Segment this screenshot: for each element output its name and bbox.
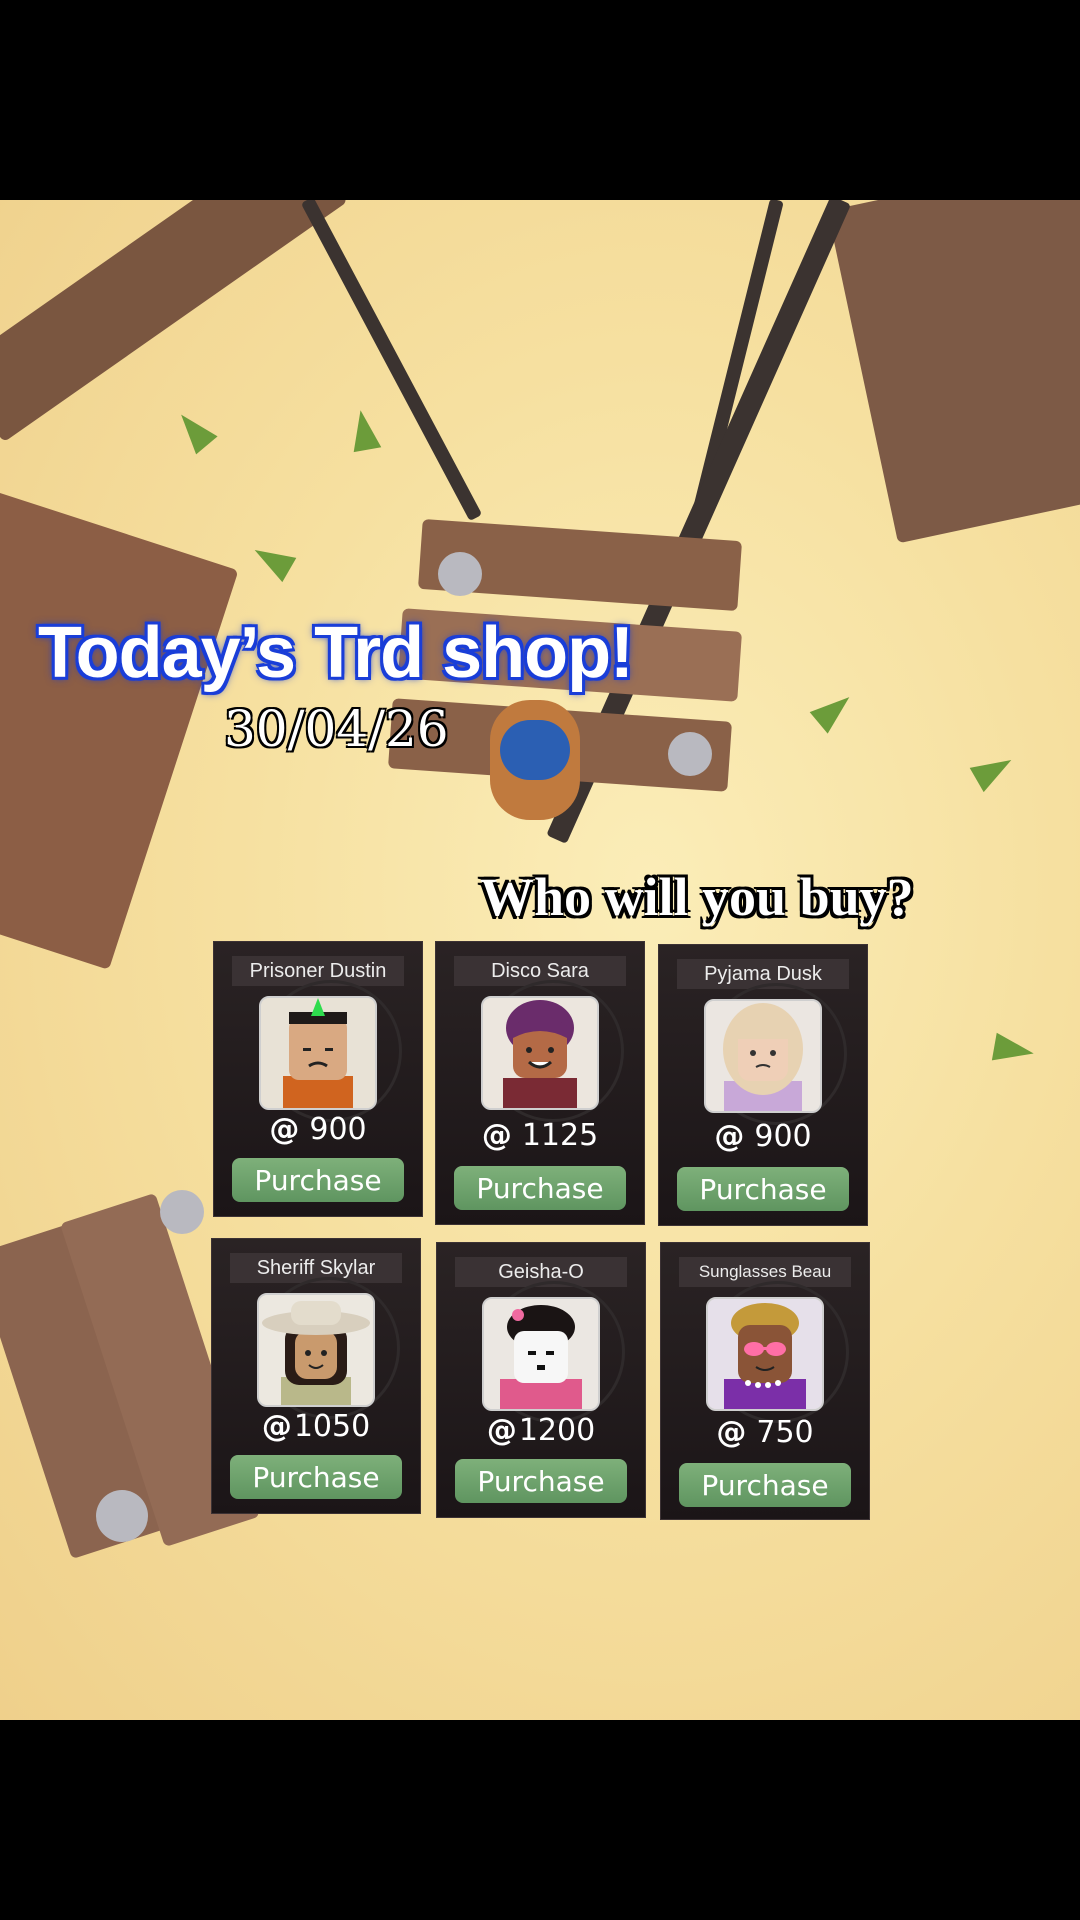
item-price: @900	[214, 1112, 422, 1147]
shop-card-prisoner-dustin: Prisoner Dustin @900 Purchase	[213, 941, 423, 1217]
leaf-particle	[809, 686, 859, 734]
currency-icon: @	[261, 1409, 292, 1444]
tree-branch-right	[827, 200, 1080, 544]
shop-question: Who will you buy?	[480, 867, 914, 927]
leaf-particle	[170, 405, 218, 455]
currency-icon: @	[481, 1118, 512, 1153]
purchase-button[interactable]: Purchase	[454, 1166, 626, 1210]
item-price: @1125	[436, 1118, 644, 1153]
tree-branch	[0, 200, 348, 443]
tree-trunk	[0, 490, 239, 970]
prisoner-avatar-icon	[259, 996, 377, 1110]
leaf-particle	[247, 537, 297, 583]
leaf-particle	[346, 407, 382, 453]
sheriff-avatar-icon	[257, 1293, 375, 1407]
purchase-button[interactable]: Purchase	[679, 1463, 851, 1507]
price-value: 750	[756, 1415, 814, 1450]
currency-icon: @	[716, 1415, 747, 1450]
geisha-avatar-icon	[482, 1297, 600, 1411]
purchase-button[interactable]: Purchase	[677, 1167, 849, 1211]
shop-card-sheriff-skylar: Sheriff Skylar @1050 Purchase	[211, 1238, 421, 1514]
leaf-particle	[991, 1032, 1037, 1068]
shop-date: 30/04/26	[224, 700, 449, 758]
price-value: 1125	[521, 1118, 599, 1153]
shop-title: Today’s Trd shop!	[38, 613, 634, 693]
price-value: 900	[754, 1119, 812, 1154]
purchase-button[interactable]: Purchase	[230, 1455, 402, 1499]
shop-card-disco-sara: Disco Sara @1125 Purchase	[435, 941, 645, 1225]
shop-card-geisha-o: Geisha-O @1200 Purchase	[436, 1242, 646, 1518]
leaf-particle	[969, 747, 1019, 793]
currency-icon: @	[486, 1413, 517, 1448]
item-price: @750	[661, 1415, 869, 1450]
player-hat	[500, 720, 570, 780]
price-value: 900	[309, 1112, 367, 1147]
disco-avatar-icon	[481, 996, 599, 1110]
shop-card-sunglasses-beau: Sunglasses Beau @750 Purchase	[660, 1242, 870, 1520]
currency-icon: @	[269, 1112, 300, 1147]
bolt	[96, 1490, 148, 1542]
pyjama-avatar-icon	[704, 999, 822, 1113]
purchase-button[interactable]: Purchase	[455, 1459, 627, 1503]
bolt	[668, 732, 712, 776]
item-price: @1050	[212, 1409, 420, 1444]
price-value: 1050	[293, 1409, 371, 1444]
shop-card-pyjama-dusk: Pyjama Dusk @900 Purchase	[658, 944, 868, 1226]
bolt	[438, 552, 482, 596]
swing-rope-left	[300, 200, 483, 522]
item-price: @900	[659, 1119, 867, 1154]
item-price: @1200	[437, 1413, 645, 1448]
price-value: 1200	[518, 1413, 596, 1448]
bolt	[160, 1190, 204, 1234]
currency-icon: @	[714, 1119, 745, 1154]
sunglasses-avatar-icon	[706, 1297, 824, 1411]
purchase-button[interactable]: Purchase	[232, 1158, 404, 1202]
